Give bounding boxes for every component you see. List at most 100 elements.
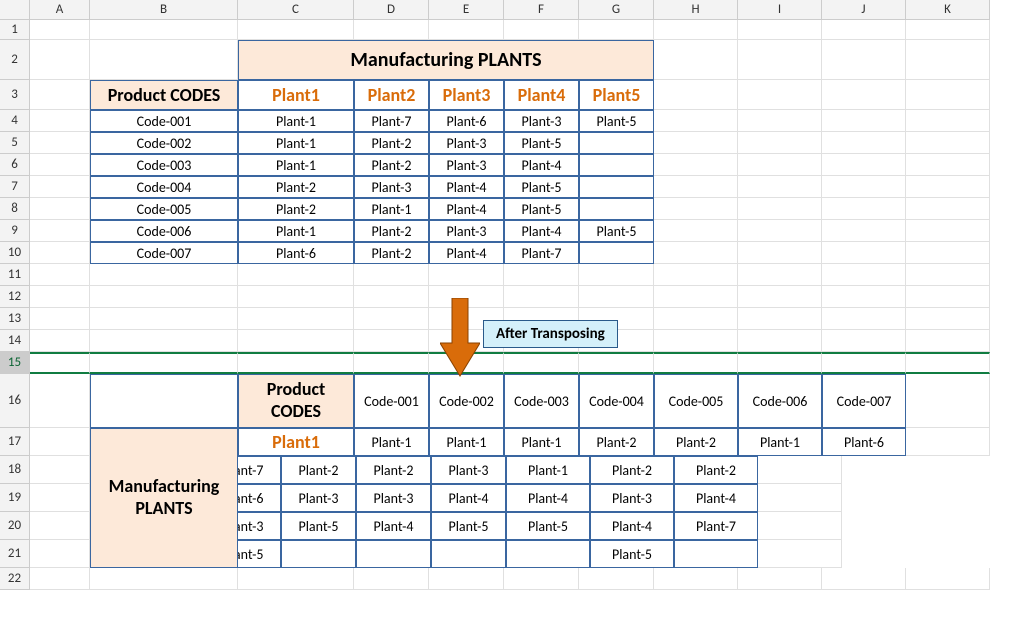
cell-K21[interactable]	[758, 540, 842, 568]
cell-H10[interactable]	[654, 242, 738, 264]
cell-J2[interactable]	[822, 40, 906, 80]
cell-A1[interactable]	[30, 20, 90, 40]
cell-J13[interactable]	[822, 308, 906, 330]
row-header-1[interactable]: 1	[0, 20, 30, 40]
row-header-13[interactable]: 13	[0, 308, 30, 330]
cell-E22[interactable]	[429, 568, 504, 590]
cell-K16[interactable]	[906, 374, 990, 428]
row-header-10[interactable]: 10	[0, 242, 30, 264]
col-header-J[interactable]: J	[822, 0, 906, 20]
cell-B3[interactable]: Product CODES	[90, 80, 238, 110]
cell-K4[interactable]	[906, 110, 990, 132]
cell-E6[interactable]: Plant-3	[429, 154, 504, 176]
cell-G12[interactable]	[579, 286, 654, 308]
cell-H9[interactable]	[654, 220, 738, 242]
cell-I3[interactable]	[738, 80, 822, 110]
cell-K10[interactable]	[906, 242, 990, 264]
cell-D14[interactable]	[354, 330, 429, 352]
cell-E1[interactable]	[429, 20, 504, 40]
cell-I22[interactable]	[738, 568, 822, 590]
cell-H13[interactable]	[654, 308, 738, 330]
cell-A9[interactable]	[30, 220, 90, 242]
cell-I4[interactable]	[738, 110, 822, 132]
cell-K14[interactable]	[906, 330, 990, 352]
cell-F5[interactable]: Plant-5	[504, 132, 579, 154]
cell-K22[interactable]	[906, 568, 990, 590]
cell-C12[interactable]	[238, 286, 354, 308]
cell-B16[interactable]	[90, 374, 238, 428]
cell-I15[interactable]	[738, 352, 822, 374]
cell-G15[interactable]	[579, 352, 654, 374]
col-header-D[interactable]: D	[354, 0, 429, 20]
col-header-A[interactable]: A	[30, 0, 90, 20]
cell-G21[interactable]	[431, 540, 506, 568]
row-header-18[interactable]: 18	[0, 456, 30, 484]
cell-I6[interactable]	[738, 154, 822, 176]
cell-H7[interactable]	[654, 176, 738, 198]
cell-C11[interactable]	[238, 264, 354, 286]
cell-K15[interactable]	[906, 352, 990, 374]
cell-A12[interactable]	[30, 286, 90, 308]
cell-C7[interactable]: Plant-2	[238, 176, 354, 198]
cell-B6[interactable]: Code-003	[90, 154, 238, 176]
cell-A5[interactable]	[30, 132, 90, 154]
col-header-F[interactable]: F	[504, 0, 579, 20]
col-header-E[interactable]: E	[429, 0, 504, 20]
row-header-5[interactable]: 5	[0, 132, 30, 154]
cell-A4[interactable]	[30, 110, 90, 132]
cell-B22[interactable]	[90, 568, 238, 590]
cell-J12[interactable]	[822, 286, 906, 308]
cell-I20[interactable]: Plant-4	[590, 512, 674, 540]
row-header-22[interactable]: 22	[0, 568, 30, 590]
cell-A14[interactable]	[30, 330, 90, 352]
row-header-21[interactable]: 21	[0, 540, 30, 568]
cell-G4[interactable]: Plant-5	[579, 110, 654, 132]
row-header-8[interactable]: 8	[0, 198, 30, 220]
cell-A2[interactable]	[30, 40, 90, 80]
cell-B10[interactable]: Code-007	[90, 242, 238, 264]
cell-F8[interactable]: Plant-5	[504, 198, 579, 220]
cell-C6[interactable]: Plant-1	[238, 154, 354, 176]
cell-H20[interactable]: Plant-5	[506, 512, 590, 540]
cell-B4[interactable]: Code-001	[90, 110, 238, 132]
cell-K8[interactable]	[906, 198, 990, 220]
cell-C4[interactable]: Plant-1	[238, 110, 354, 132]
row-header-11[interactable]: 11	[0, 264, 30, 286]
corner-cell[interactable]	[0, 0, 30, 20]
cell-J21[interactable]	[674, 540, 758, 568]
cell-F7[interactable]: Plant-5	[504, 176, 579, 198]
cell-F11[interactable]	[504, 264, 579, 286]
cell-E7[interactable]: Plant-4	[429, 176, 504, 198]
row-header-2[interactable]: 2	[0, 40, 30, 80]
col-header-H[interactable]: H	[654, 0, 738, 20]
cell-C8[interactable]: Plant-2	[238, 198, 354, 220]
cell-I14[interactable]	[738, 330, 822, 352]
cell-G17[interactable]: Plant-2	[579, 428, 654, 456]
cell-D7[interactable]: Plant-3	[354, 176, 429, 198]
cell-K1[interactable]	[906, 20, 990, 40]
cell-B1[interactable]	[90, 20, 238, 40]
cell-I9[interactable]	[738, 220, 822, 242]
cell-H11[interactable]	[654, 264, 738, 286]
cell-A7[interactable]	[30, 176, 90, 198]
cell-I1[interactable]	[738, 20, 822, 40]
cell-G20[interactable]: Plant-5	[431, 512, 506, 540]
cell-I19[interactable]: Plant-3	[590, 484, 674, 512]
cell-D1[interactable]	[354, 20, 429, 40]
cell-E9[interactable]: Plant-3	[429, 220, 504, 242]
cell-E18[interactable]: Plant-2	[281, 456, 356, 484]
cell-I18[interactable]: Plant-2	[590, 456, 674, 484]
cell-K17[interactable]	[906, 428, 990, 456]
cell-K11[interactable]	[906, 264, 990, 286]
col-header-I[interactable]: I	[738, 0, 822, 20]
cell-J11[interactable]	[822, 264, 906, 286]
cell-B11[interactable]	[90, 264, 238, 286]
cell-C22[interactable]	[238, 568, 354, 590]
cell-J4[interactable]	[822, 110, 906, 132]
cell-J14[interactable]	[822, 330, 906, 352]
cell-A22[interactable]	[30, 568, 90, 590]
cell-C15[interactable]	[238, 352, 354, 374]
cell-H15[interactable]	[654, 352, 738, 374]
col-header-K[interactable]: K	[906, 0, 990, 20]
cell-K9[interactable]	[906, 220, 990, 242]
